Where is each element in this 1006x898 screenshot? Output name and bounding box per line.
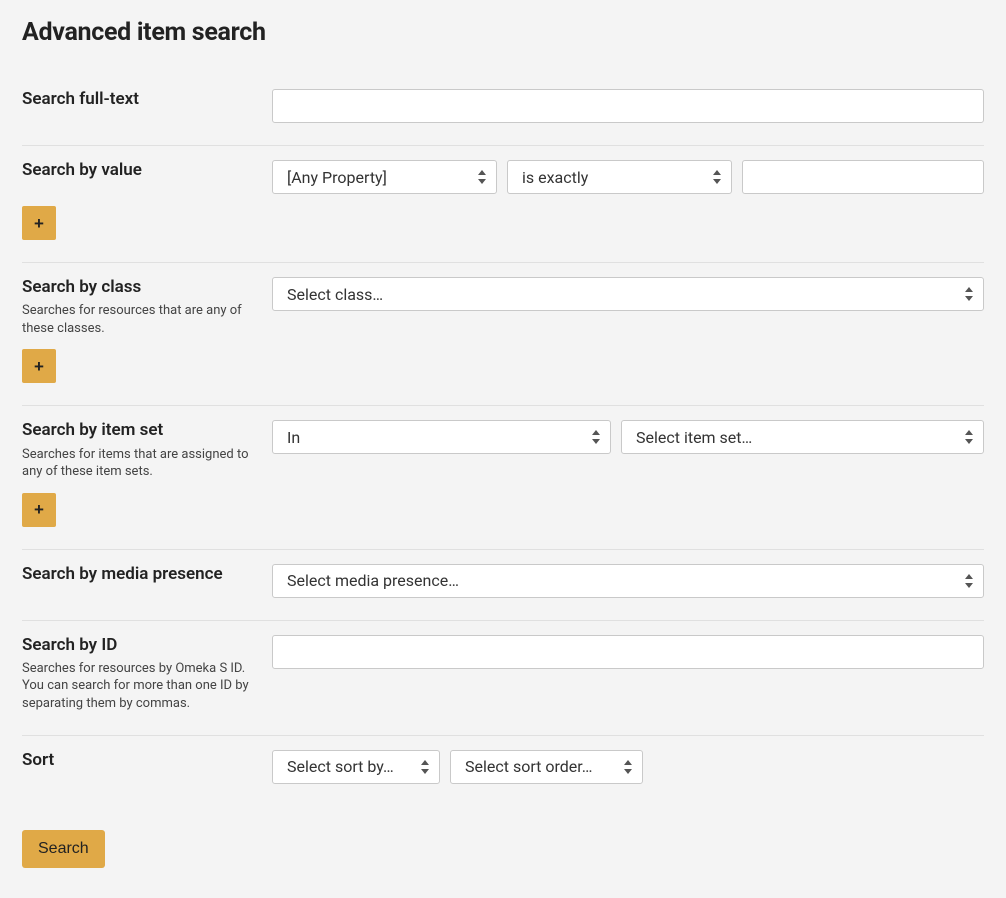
media-presence-select[interactable]: Select media presence… [272, 564, 984, 598]
class-label: Search by class [22, 277, 254, 298]
value-label: Search by value [22, 160, 254, 181]
id-input[interactable] [272, 635, 984, 669]
value-operator-selected: is exactly [522, 168, 588, 187]
id-desc: Searches for resources by Omeka S ID. Yo… [22, 660, 254, 713]
class-select[interactable]: Select class… [272, 277, 984, 311]
chevron-updown-icon [965, 574, 975, 588]
id-label: Search by ID [22, 635, 254, 656]
class-selected: Select class… [287, 285, 383, 304]
plus-icon: + [34, 358, 44, 375]
itemset-in-select[interactable]: In [272, 420, 611, 454]
itemset-label: Search by item set [22, 420, 254, 441]
chevron-updown-icon [965, 430, 975, 444]
page-title: Advanced item search [22, 18, 984, 47]
field-value: Search by value [Any Property] is exactl… [22, 146, 984, 263]
value-text-input[interactable] [742, 160, 984, 194]
itemset-set-select[interactable]: Select item set… [621, 420, 984, 454]
plus-icon: + [34, 215, 44, 232]
add-itemset-button[interactable]: + [22, 493, 56, 527]
add-class-button[interactable]: + [22, 349, 56, 383]
submit-row: Search [22, 830, 984, 868]
chevron-updown-icon [478, 170, 488, 184]
value-operator-select[interactable]: is exactly [507, 160, 732, 194]
field-class: Search by class Searches for resources t… [22, 263, 984, 406]
chevron-updown-icon [592, 430, 602, 444]
itemset-desc: Searches for items that are assigned to … [22, 446, 254, 481]
sort-by-select[interactable]: Select sort by… [272, 750, 440, 784]
sort-order-selected: Select sort order… [465, 757, 592, 776]
sort-label: Sort [22, 750, 254, 771]
class-desc: Searches for resources that are any of t… [22, 302, 254, 337]
value-property-selected: [Any Property] [287, 168, 387, 187]
fulltext-label: Search full-text [22, 89, 254, 110]
field-id: Search by ID Searches for resources by O… [22, 621, 984, 736]
advanced-search-form: Advanced item search Search full-text Se… [0, 0, 1006, 898]
itemset-set-selected: Select item set… [636, 428, 752, 447]
fulltext-input[interactable] [272, 89, 984, 123]
media-presence-selected: Select media presence… [287, 571, 459, 590]
field-sort: Sort Select sort by… Select sort order… [22, 736, 984, 802]
chevron-updown-icon [421, 760, 431, 774]
chevron-updown-icon [965, 287, 975, 301]
sort-order-select[interactable]: Select sort order… [450, 750, 643, 784]
itemset-in-selected: In [287, 428, 300, 447]
chevron-updown-icon [713, 170, 723, 184]
media-label: Search by media presence [22, 564, 254, 585]
field-media: Search by media presence Select media pr… [22, 550, 984, 621]
field-fulltext: Search full-text [22, 75, 984, 146]
search-button[interactable]: Search [22, 830, 105, 868]
field-itemset: Search by item set Searches for items th… [22, 406, 984, 549]
plus-icon: + [34, 501, 44, 518]
value-property-select[interactable]: [Any Property] [272, 160, 497, 194]
sort-by-selected: Select sort by… [287, 757, 394, 776]
chevron-updown-icon [624, 760, 634, 774]
add-value-button[interactable]: + [22, 206, 56, 240]
